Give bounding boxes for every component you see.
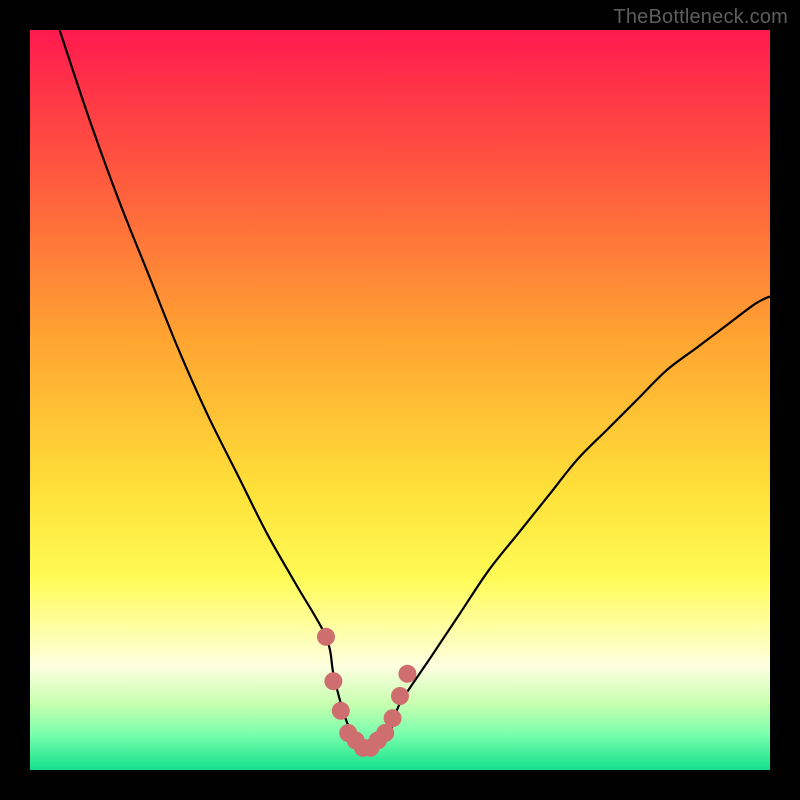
marker-dot — [317, 628, 335, 646]
watermark-text: TheBottleneck.com — [613, 6, 788, 29]
marker-dot — [324, 672, 342, 690]
plot-area — [30, 30, 770, 770]
marker-dot — [398, 665, 416, 683]
marker-dot — [384, 709, 402, 727]
gradient-background — [30, 30, 770, 770]
marker-dot — [391, 687, 409, 705]
bottleneck-chart — [30, 30, 770, 770]
chart-frame: TheBottleneck.com — [0, 0, 800, 800]
marker-dot — [332, 702, 350, 720]
